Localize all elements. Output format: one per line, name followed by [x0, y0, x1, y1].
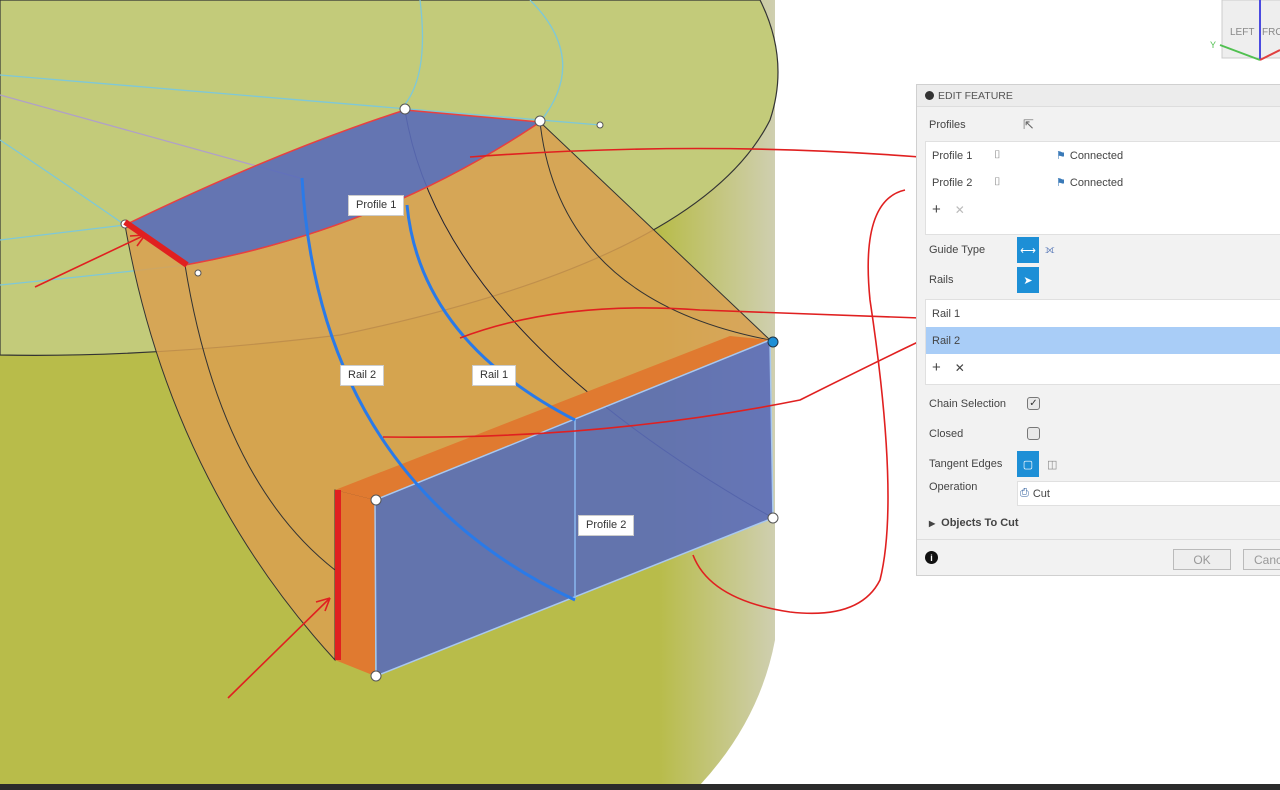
rail-2-label[interactable]: Rail 2 [340, 365, 385, 386]
profile-shape-icon: ⌷ [994, 176, 1001, 188]
remove-profile-icon[interactable]: ✕ [955, 203, 965, 217]
rails-label: Rails [929, 274, 954, 286]
profile-row[interactable]: Profile 2 ⌷ ⚑ Connected [926, 169, 1280, 196]
connected-flag-icon[interactable]: ⚑ [1056, 176, 1066, 189]
tangent-edges-keep-button[interactable]: ◫ [1047, 458, 1057, 471]
chain-selection-checkbox[interactable]: ✓ [1027, 397, 1040, 410]
profile-status[interactable]: Connected [1070, 150, 1123, 162]
viewcube[interactable]: LEFT FRONT Y [1210, 0, 1280, 61]
profile-shape-icon: ⌷ [994, 149, 1001, 161]
profiles-label: Profiles [929, 119, 966, 131]
panel-header[interactable]: EDIT FEATURE [917, 85, 1280, 107]
bottom-bar [0, 784, 1280, 790]
profiles-list: Profile 1 ⌷ ⚑ Connected Profile 2 ⌷ ⚑ Connecte… [925, 141, 1280, 235]
rail-row[interactable]: Rail 1 [926, 300, 1280, 327]
rail-1-label[interactable]: Rail 1 [472, 365, 517, 386]
guide-type-centerline-button[interactable]: ⟗ [1045, 244, 1055, 257]
operation-dropdown[interactable]: ⎙ Cut [1017, 481, 1280, 506]
viewcube-left-face[interactable]: LEFT [1230, 27, 1254, 38]
chain-selection-label: Chain Selection [929, 397, 1007, 410]
edit-feature-panel: EDIT FEATURE Profiles ⇱ Profile 1 ⌷ ⚑ Connec… [916, 84, 1280, 576]
connected-flag-icon[interactable]: ⚑ [1056, 149, 1066, 162]
add-rail-icon[interactable]: + [932, 359, 941, 376]
closed-label: Closed [929, 427, 964, 440]
profile-1-label[interactable]: Profile 1 [348, 195, 405, 216]
viewcube-front-face[interactable]: FRONT [1262, 27, 1280, 38]
collapse-icon[interactable] [925, 91, 934, 100]
info-icon[interactable]: i [925, 551, 938, 564]
objects-to-cut-label: Objects To Cut [941, 517, 1019, 529]
y-axis-label: Y [1210, 40, 1216, 50]
tangent-edges-merge-button[interactable]: ▢ [1017, 451, 1039, 477]
expand-triangle-icon: ▶ [929, 518, 936, 528]
guide-type-rails-button[interactable]: ⟷ [1017, 237, 1039, 263]
closed-checkbox[interactable] [1027, 427, 1040, 440]
profile-name: Profile 2 [932, 176, 973, 189]
guide-type-label: Guide Type [929, 244, 986, 256]
remove-rail-icon[interactable]: ✕ [955, 361, 965, 375]
rails-select-button[interactable]: ➤ [1017, 267, 1039, 293]
cancel-button[interactable]: Cancel [1243, 549, 1280, 570]
rails-list: Rail 1 Rail 2 + ✕ [925, 299, 1280, 385]
profile-status[interactable]: Connected [1070, 177, 1123, 189]
panel-title: EDIT FEATURE [938, 89, 1013, 102]
operation-value: Cut [1032, 487, 1050, 500]
rail-name: Rail 2 [932, 334, 961, 347]
tangent-edges-label: Tangent Edges [929, 458, 1003, 470]
profile-2-label[interactable]: Profile 2 [578, 515, 635, 536]
profile-name: Profile 1 [932, 149, 973, 162]
operation-label: Operation [929, 481, 978, 493]
rail-row-selected[interactable]: Rail 2 [926, 327, 1280, 354]
objects-to-cut-toggle[interactable]: ▶ Objects To Cut [929, 517, 1019, 529]
add-profile-icon[interactable]: + [932, 201, 941, 218]
profile-row[interactable]: Profile 1 ⌷ ⚑ Connected [926, 142, 1280, 169]
rail-name: Rail 1 [932, 307, 961, 320]
select-cursor-icon[interactable]: ⇱ [1023, 117, 1034, 133]
ok-button[interactable]: OK [1173, 549, 1231, 570]
cut-icon: ⎙ [1020, 487, 1029, 499]
